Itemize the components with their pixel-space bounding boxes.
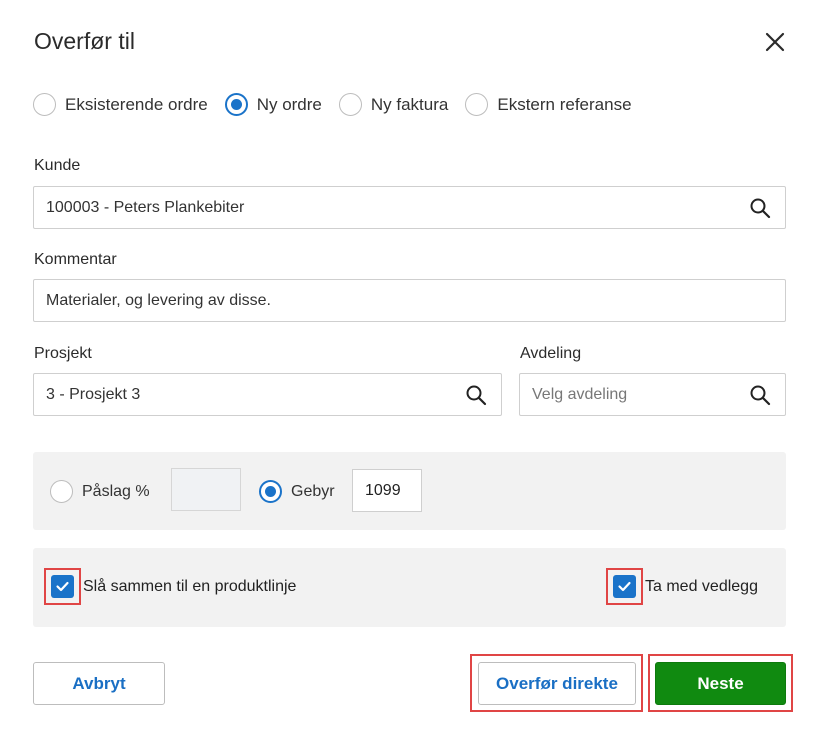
kommentar-value: Materialer, og levering av disse.	[46, 291, 271, 309]
radio-button[interactable]	[33, 93, 56, 116]
radio-label: Ekstern referanse	[497, 94, 632, 114]
radio-button[interactable]	[338, 93, 362, 116]
merge-checkbox[interactable]	[44, 568, 81, 605]
radio-option-gebyr[interactable]: Gebyr	[259, 480, 335, 503]
close-icon[interactable]	[762, 29, 788, 55]
radio-button[interactable]	[50, 480, 73, 503]
transfer-direct-button[interactable]: Overfør direkte	[478, 662, 636, 705]
merge-label: Slå sammen til en produktlinje	[83, 577, 297, 595]
target-type-radio-group: Eksisterende ordre Ny ordre Ny faktura E…	[33, 93, 649, 116]
avdeling-label: Avdeling	[520, 345, 582, 362]
kommentar-label: Kommentar	[34, 251, 117, 268]
prosjekt-label: Prosjekt	[34, 345, 92, 362]
kunde-value: 100003 - Peters Plankebiter	[46, 198, 245, 216]
paaslag-input[interactable]	[171, 468, 241, 511]
radio-button-checked[interactable]	[259, 480, 282, 503]
radio-option-paaslag[interactable]: Påslag %	[50, 480, 150, 503]
checkmark-icon	[51, 575, 74, 598]
checkmark-icon	[613, 575, 636, 598]
prosjekt-value: 3 - Prosjekt 3	[46, 385, 141, 403]
search-icon[interactable]	[749, 197, 771, 219]
attachments-label: Ta med vedlegg	[645, 577, 758, 595]
paaslag-label: Påslag %	[82, 482, 150, 500]
merge-option[interactable]: Slå sammen til en produktlinje	[44, 568, 296, 605]
radio-option-ny-faktura[interactable]: Ny faktura	[338, 93, 449, 116]
radio-button-checked[interactable]	[224, 93, 248, 116]
attachments-option[interactable]: Ta med vedlegg	[606, 568, 758, 605]
radio-button[interactable]	[465, 93, 489, 116]
radio-label: Ny faktura	[370, 94, 449, 114]
kunde-input[interactable]: 100003 - Peters Plankebiter	[33, 186, 786, 229]
radio-option-ekstern-referanse[interactable]: Ekstern referanse	[465, 93, 632, 116]
cancel-button[interactable]: Avbryt	[33, 662, 165, 705]
attachments-checkbox[interactable]	[606, 568, 643, 605]
kunde-label: Kunde	[34, 157, 81, 174]
radio-label: Eksisterende ordre	[65, 94, 208, 114]
search-icon[interactable]	[465, 384, 487, 406]
next-button[interactable]: Neste	[655, 662, 786, 705]
gebyr-label: Gebyr	[291, 482, 335, 500]
dialog-title: Overfør til	[34, 28, 135, 54]
avdeling-input[interactable]: Velg avdeling	[519, 373, 786, 416]
prosjekt-input[interactable]: 3 - Prosjekt 3	[33, 373, 502, 416]
search-icon[interactable]	[749, 384, 771, 406]
radio-option-eksisterende-ordre[interactable]: Eksisterende ordre	[33, 93, 208, 116]
avdeling-placeholder: Velg avdeling	[532, 385, 628, 403]
gebyr-input[interactable]: 1099	[352, 469, 422, 512]
kommentar-input[interactable]: Materialer, og levering av disse.	[33, 279, 786, 322]
radio-label: Ny ordre	[256, 94, 322, 114]
radio-option-ny-ordre[interactable]: Ny ordre	[224, 93, 322, 116]
